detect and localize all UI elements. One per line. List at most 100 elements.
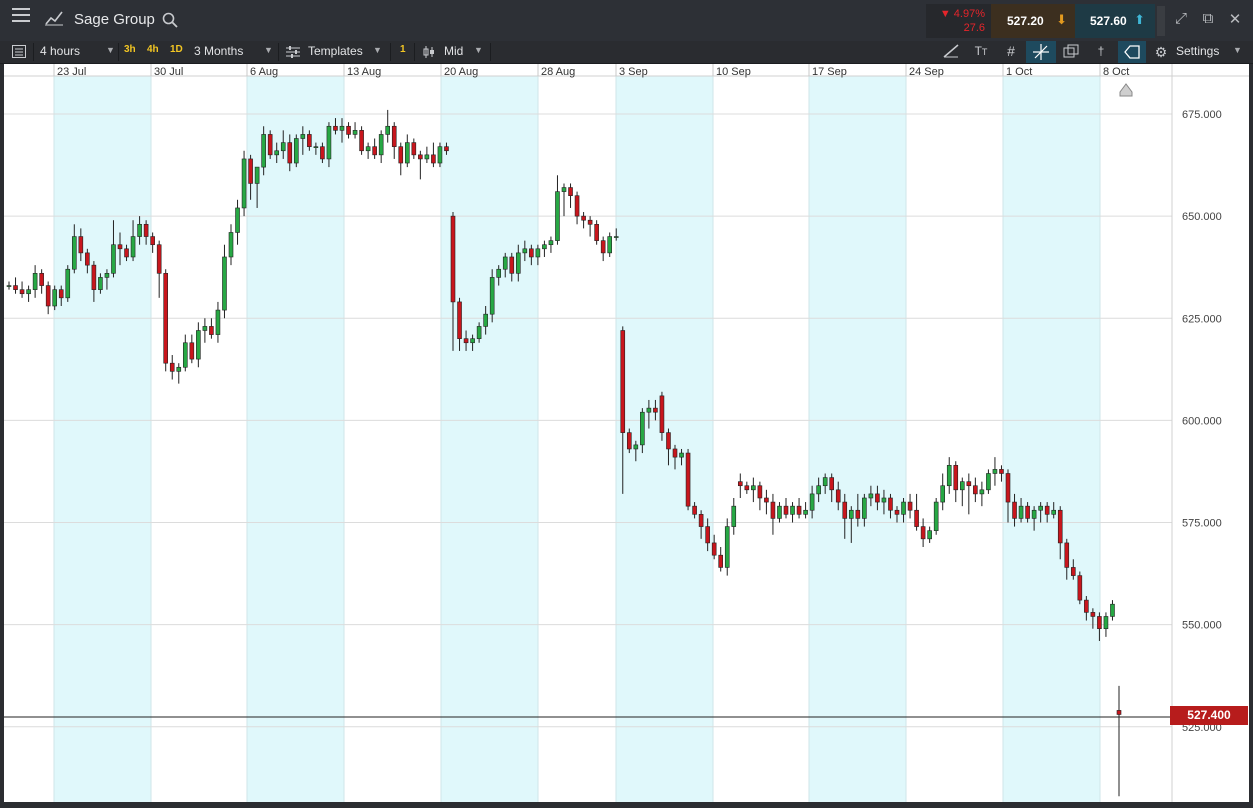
candle-body xyxy=(1057,509,1063,544)
candle-body xyxy=(267,134,273,156)
change-absolute: 27.6 xyxy=(963,22,985,34)
candle-body xyxy=(65,268,71,299)
interval-1d-button[interactable]: 1D xyxy=(170,44,183,55)
candle-body xyxy=(150,236,155,246)
x-tick-label: 20 Aug xyxy=(444,66,478,78)
chart-area[interactable]: 675.000 650.000 625.000 600.000 575.000 550.0… xyxy=(4,64,1249,802)
candle-body xyxy=(104,273,110,278)
tag-toggle[interactable] xyxy=(1118,41,1146,63)
candle-body xyxy=(418,154,423,160)
menu-icon[interactable] xyxy=(6,8,36,34)
candle-body xyxy=(1018,505,1024,519)
instrument-title[interactable]: Sage Group xyxy=(74,11,155,28)
sell-button[interactable]: 527.20 ⬇ xyxy=(991,4,1075,38)
x-tick-label: 1 Oct xyxy=(1006,66,1032,78)
crosshair-toggle[interactable] xyxy=(1026,41,1056,63)
candle-body xyxy=(646,407,652,413)
candle-body xyxy=(248,158,253,184)
candle-body xyxy=(914,509,919,527)
candle-body xyxy=(829,477,835,491)
candle-body xyxy=(986,473,991,491)
candle-body xyxy=(979,489,985,495)
x-tick-label: 17 Sep xyxy=(812,66,847,78)
candle-body xyxy=(1090,612,1096,617)
chevron-down-icon[interactable]: ▼ xyxy=(264,45,273,55)
x-tick-label: 23 Jul xyxy=(57,66,86,78)
candle-body xyxy=(966,481,972,487)
candle-body xyxy=(163,273,169,364)
text-icon[interactable]: TT xyxy=(970,44,992,60)
chart-count[interactable]: 1 xyxy=(400,44,406,55)
candle-body xyxy=(98,277,103,290)
candle-body xyxy=(927,530,932,540)
candle-body xyxy=(868,493,874,499)
candle-body xyxy=(1064,542,1070,568)
line-chart-icon[interactable] xyxy=(42,10,66,32)
buy-button[interactable]: 527.60 ⬆ xyxy=(1075,4,1155,38)
y-tick-label: 675.000 xyxy=(1182,109,1222,121)
candle-body xyxy=(339,125,345,131)
chart-toolbar: 4 hours ▼ 3h 4h 1D 3 Months ▼ Templates … xyxy=(0,41,1253,64)
candle-body xyxy=(973,485,978,495)
interval-select[interactable]: 4 hours xyxy=(40,44,80,58)
price-change: ▼ 4.97% 27.6 xyxy=(926,4,991,38)
candle-body xyxy=(52,289,58,307)
grid-icon[interactable]: # xyxy=(1002,43,1020,61)
candlestick-chart[interactable]: 675.000 650.000 625.000 600.000 575.000 550.0… xyxy=(4,64,1249,802)
candle-body xyxy=(85,252,90,266)
chevron-down-icon[interactable]: ▼ xyxy=(1233,45,1242,55)
x-tick-label: 28 Aug xyxy=(541,66,575,78)
expand-icon[interactable]: ⤢ xyxy=(1170,10,1192,27)
layers-icon[interactable] xyxy=(1062,44,1080,60)
candles-icon[interactable] xyxy=(422,45,436,59)
candle-body xyxy=(117,244,123,250)
gear-icon[interactable]: ⚙ xyxy=(1152,44,1170,60)
chevron-down-icon[interactable]: ▼ xyxy=(373,45,382,55)
candle-body xyxy=(261,134,266,168)
candle-body xyxy=(78,236,84,254)
candle-body xyxy=(176,366,182,372)
candle-body xyxy=(607,236,613,254)
interval-3h-button[interactable]: 3h xyxy=(124,44,136,55)
scroll-handle[interactable] xyxy=(1157,6,1165,36)
candle-body xyxy=(346,125,351,135)
search-icon[interactable] xyxy=(160,12,180,30)
candle-body xyxy=(724,526,730,568)
chevron-down-icon[interactable]: ▼ xyxy=(474,45,483,55)
close-icon[interactable]: ✕ xyxy=(1224,10,1246,28)
candle-body xyxy=(920,526,926,540)
candle-body xyxy=(613,236,619,238)
x-tick-label: 8 Oct xyxy=(1103,66,1129,78)
interval-4h-button[interactable]: 4h xyxy=(147,44,159,55)
chevron-down-icon[interactable]: ▼ xyxy=(106,45,115,55)
candle-body xyxy=(398,146,404,164)
candle-body xyxy=(509,256,515,274)
candle-body xyxy=(888,497,893,511)
templates-button[interactable]: Templates xyxy=(308,44,363,58)
price-type-select[interactable]: Mid xyxy=(444,44,463,58)
popout-icon[interactable]: ⧉ xyxy=(1197,10,1219,27)
candle-body xyxy=(1103,616,1109,630)
marker-icon[interactable]: † xyxy=(1092,44,1110,60)
candle-body xyxy=(574,195,580,217)
list-icon[interactable] xyxy=(11,45,27,59)
candle-body xyxy=(1051,509,1057,515)
candle-body xyxy=(777,505,782,519)
candle-body xyxy=(594,223,599,241)
candle-body xyxy=(385,125,391,135)
candle-body xyxy=(215,309,221,335)
templates-icon[interactable] xyxy=(286,45,300,59)
candle-body xyxy=(1110,603,1115,617)
candle-body xyxy=(529,248,534,258)
range-select[interactable]: 3 Months xyxy=(194,44,243,58)
candle-body xyxy=(848,509,854,519)
candle-body xyxy=(26,289,31,295)
x-tick-label: 30 Jul xyxy=(154,66,183,78)
candle-body xyxy=(842,501,848,519)
candle-body xyxy=(58,289,64,299)
candle-body xyxy=(522,248,528,254)
settings-button[interactable]: Settings xyxy=(1176,44,1219,58)
candle-body xyxy=(1044,505,1050,515)
draw-icon[interactable] xyxy=(942,44,960,60)
candle-body xyxy=(705,526,710,544)
